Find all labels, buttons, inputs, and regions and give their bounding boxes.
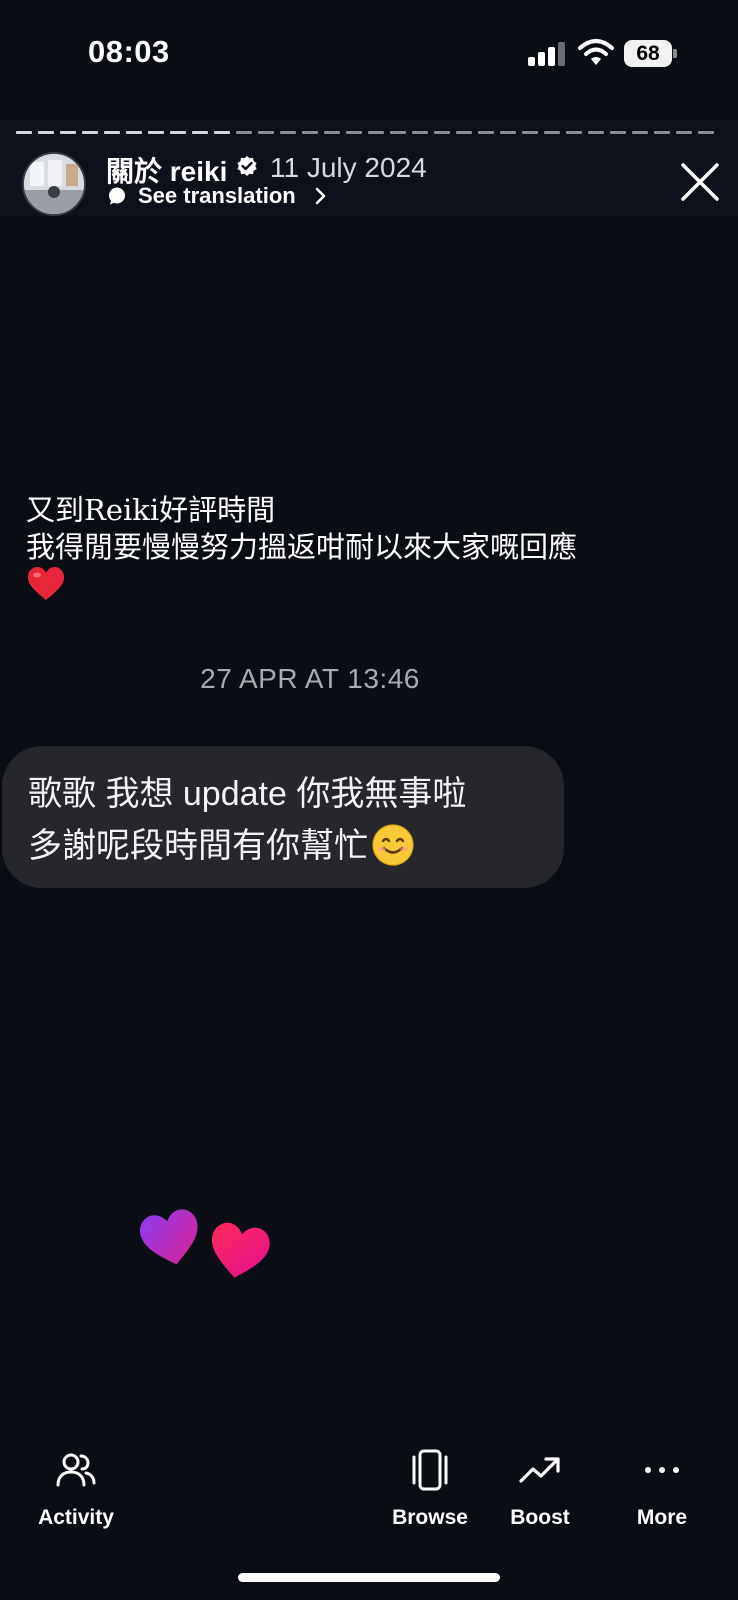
nav-activity[interactable]: Activity bbox=[16, 1448, 136, 1538]
story-progress-segment bbox=[324, 131, 340, 134]
pink-heart-icon bbox=[212, 1222, 270, 1278]
story-progress-segment bbox=[60, 131, 76, 134]
nav-boost-label: Boost bbox=[510, 1506, 570, 1529]
story-progress-bar bbox=[16, 131, 722, 134]
story-progress-segment bbox=[104, 131, 120, 134]
story-progress-segment bbox=[698, 131, 714, 134]
message-line: 多謝呢段時間有你幫忙 bbox=[28, 827, 368, 865]
more-dots-icon bbox=[645, 1467, 679, 1473]
story-progress-segment bbox=[38, 131, 54, 134]
story-progress-segment bbox=[610, 131, 626, 134]
cellular-signal-icon bbox=[528, 42, 566, 66]
nav-activity-label: Activity bbox=[38, 1506, 114, 1529]
chevron-right-icon bbox=[315, 187, 326, 205]
message-line: 歌歌 我想 update 你我無事啦 bbox=[28, 775, 467, 813]
avatar-image bbox=[24, 154, 84, 214]
story-progress-segment bbox=[676, 131, 692, 134]
story-progress-segment bbox=[588, 131, 604, 134]
nav-browse[interactable]: Browse bbox=[370, 1448, 490, 1538]
nav-browse-label: Browse bbox=[392, 1506, 468, 1529]
story-progress-segment bbox=[236, 131, 252, 134]
message-bubble[interactable]: 歌歌 我想 update 你我無事啦 多謝呢段時間有你幫忙 bbox=[2, 746, 564, 888]
message-line-2: 多謝呢段時間有你幫忙 bbox=[28, 820, 538, 872]
story-progress-segment bbox=[214, 131, 230, 134]
story-progress-segment bbox=[192, 131, 208, 134]
nav-more[interactable]: More bbox=[602, 1448, 722, 1538]
story-progress-segment bbox=[566, 131, 582, 134]
story-progress-segment bbox=[126, 131, 142, 134]
verified-badge-icon bbox=[237, 156, 257, 176]
message-timestamp: 27 APR AT 13:46 bbox=[200, 663, 420, 694]
story-caption-line: 我得閒要慢慢努力搵返咁耐以來大家嘅回應 bbox=[26, 530, 578, 564]
story-progress-segment bbox=[434, 131, 450, 134]
trending-up-icon bbox=[519, 1457, 560, 1483]
story-progress-segment bbox=[258, 131, 274, 134]
story-progress-segment bbox=[170, 131, 186, 134]
story-date: 11 July 2024 bbox=[270, 152, 427, 183]
story-progress-segment bbox=[368, 131, 384, 134]
story-progress-segment bbox=[16, 131, 32, 134]
story-viewer: 08:03 68 關於 reiki 11 July 2024 See trans… bbox=[0, 0, 738, 1600]
battery-cap bbox=[673, 49, 677, 58]
story-caption-line: 又到Reiki好評時間 bbox=[26, 493, 276, 527]
see-translation-link[interactable]: See translation bbox=[138, 183, 296, 209]
nav-boost[interactable]: Boost bbox=[480, 1448, 600, 1538]
wifi-icon bbox=[578, 39, 614, 65]
close-icon[interactable] bbox=[678, 160, 722, 204]
story-progress-segment bbox=[412, 131, 428, 134]
purple-heart-icon bbox=[139, 1209, 198, 1265]
story-progress-segment bbox=[654, 131, 670, 134]
story-progress-segment bbox=[390, 131, 406, 134]
story-progress-segment bbox=[346, 131, 362, 134]
battery-icon: 68 bbox=[624, 40, 672, 67]
home-indicator[interactable] bbox=[238, 1573, 500, 1582]
smiling-face-emoji bbox=[372, 824, 414, 866]
nav-more-label: More bbox=[636, 1506, 688, 1529]
browse-cards-icon bbox=[412, 1449, 448, 1491]
story-progress-segment bbox=[632, 131, 648, 134]
story-progress-segment bbox=[302, 131, 318, 134]
story-progress-segment bbox=[522, 131, 538, 134]
story-progress-segment bbox=[82, 131, 98, 134]
translate-icon bbox=[109, 187, 125, 205]
story-progress-segment bbox=[500, 131, 516, 134]
story-progress-segment bbox=[280, 131, 296, 134]
people-icon bbox=[56, 1453, 96, 1487]
story-progress-segment bbox=[456, 131, 472, 134]
story-progress-segment bbox=[478, 131, 494, 134]
status-time: 08:03 bbox=[88, 34, 170, 69]
story-caption: 又到Reiki好評時間 我得閒要慢慢努力搵返咁耐以來大家嘅回應 bbox=[26, 492, 706, 566]
story-progress-segment bbox=[148, 131, 164, 134]
story-progress-segment bbox=[544, 131, 560, 134]
avatar[interactable] bbox=[22, 152, 86, 216]
red-heart-emoji bbox=[28, 567, 64, 600]
